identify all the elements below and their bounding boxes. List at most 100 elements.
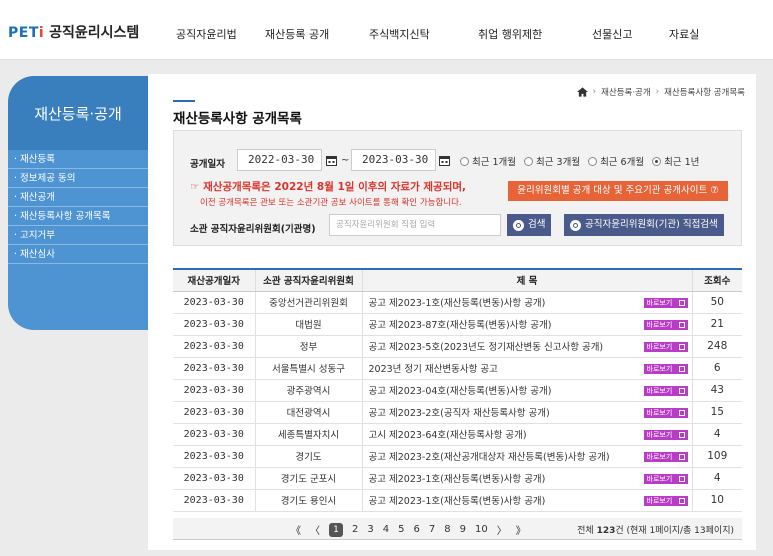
notice-line-1: ☞ 재산공개목록은 2022년 8월 1일 이후의 자료가 제공되며, [190, 181, 467, 193]
committee-input[interactable]: 공직자윤리위원회 직접 입력 [329, 214, 501, 236]
page-number[interactable]: 5 [398, 524, 404, 535]
cell-views: 109 [692, 445, 742, 468]
cell-title[interactable]: 공고 제2023-1호(재산등록(변동)사항 공개) 바로보기 [362, 467, 693, 490]
cell-title[interactable]: 공고 제2023-5호(2023년도 정기재산변동 신고사항 공개) 바로보기 [362, 335, 693, 358]
cell-title[interactable]: 공고 제2023-04호(재산등록(변동)사항 공개) 바로보기 [362, 379, 693, 402]
breadcrumb: › 재산등록·공개 › 재산등록사항 공개목록 [576, 86, 745, 98]
view-button[interactable]: 바로보기 [643, 341, 688, 352]
breadcrumb-item-list[interactable]: 재산등록사항 공개목록 [664, 86, 745, 98]
page-number[interactable]: 10 [475, 524, 488, 535]
title-link[interactable]: 공고 제2023-5호(2023년도 정기재산변동 신고사항 공개) [369, 342, 604, 353]
radio-1-year[interactable]: 최근 1년 [652, 154, 699, 168]
cell-views: 6 [692, 357, 742, 380]
cell-title[interactable]: 고시 제2023-64호(재산등록사항 공개) 바로보기 [362, 423, 693, 446]
nav-ethics-law[interactable]: 공직자윤리법 [176, 26, 237, 42]
radio-3-months[interactable]: 최근 3개월 [524, 154, 580, 168]
cell-committee: 대법원 [255, 313, 363, 336]
table-row[interactable]: 2023-03-30 대법원 공고 제2023-87호(재산등록(변동)사항 공개)… [173, 313, 742, 336]
cell-title[interactable]: 공고 제2023-1호(재산등록(변동)사항 공개) 바로보기 [362, 291, 693, 314]
page-number[interactable]: 3 [367, 524, 373, 535]
view-button[interactable]: 바로보기 [643, 385, 688, 396]
table-row[interactable]: 2023-03-30 세종특별자치시 고시 제2023-64호(재산등록사항 공개)… [173, 423, 742, 446]
direct-search-button[interactable]: 공직자윤리위원회(기관) 직접검색 [564, 214, 724, 236]
sidebar-item-registration[interactable]: 재산등록 [8, 150, 148, 169]
cell-title[interactable]: 공고 제2023-2호(공직자 재산등록사항 공개) 바로보기 [362, 401, 693, 424]
sidebar-item-review[interactable]: 재산심사 [8, 245, 148, 264]
view-button[interactable]: 바로보기 [643, 319, 688, 330]
nav-archive[interactable]: 자료실 [669, 26, 699, 42]
search-button[interactable]: 검색 [507, 214, 552, 236]
sidebar-item-disclosure[interactable]: 재산공개 [8, 188, 148, 207]
sidebar-item-notice-refusal[interactable]: 고지거부 [8, 226, 148, 245]
notice-text: ☞ 재산공개목록은 2022년 8월 1일 이후의 자료가 제공되며, 이전 공… [190, 179, 466, 208]
cell-views: 15 [692, 401, 742, 424]
view-button[interactable]: 바로보기 [643, 451, 688, 462]
calendar-icon[interactable] [439, 155, 450, 166]
prev-page-button[interactable]: 〈 [310, 522, 320, 537]
cell-date: 2023-03-30 [173, 423, 256, 446]
page-number[interactable]: 1 [329, 522, 343, 537]
view-button[interactable]: 바로보기 [643, 473, 688, 484]
cell-date: 2023-03-30 [173, 291, 256, 314]
title-link[interactable]: 공고 제2023-1호(재산등록(변동)사항 공개) [369, 496, 546, 507]
title-link[interactable]: 공고 제2023-04호(재산등록(변동)사항 공개) [369, 386, 552, 397]
date-from-input[interactable]: 2022-03-30 [237, 149, 322, 171]
title-link[interactable]: 공고 제2023-87호(재산등록(변동)사항 공개) [369, 320, 552, 331]
cell-title[interactable]: 공고 제2023-2호(재산공개대상자 재산등록(변동)사항 공개) 바로보기 [362, 445, 693, 468]
view-button[interactable]: 바로보기 [643, 407, 688, 418]
org-sites-button[interactable]: 윤리위원회별 공개 대상 및 주요기관 공개사이트 ⑦ [508, 181, 728, 201]
sidebar-item-disclosure-list[interactable]: 재산등록사항 공개목록 [8, 207, 148, 226]
cell-title[interactable]: 공고 제2023-1호(재산등록(변동)사항 공개) 바로보기 [362, 489, 693, 512]
view-button[interactable]: 바로보기 [643, 429, 688, 440]
page-number[interactable]: 4 [383, 524, 389, 535]
home-icon[interactable] [576, 87, 588, 97]
sidebar-item-info-consent[interactable]: 정보제공 동의 [8, 169, 148, 188]
table-row[interactable]: 2023-03-30 경기도 용인시 공고 제2023-1호(재산등록(변동)사항 … [173, 489, 742, 512]
cell-committee: 광주광역시 [255, 379, 363, 402]
title-link[interactable]: 공고 제2023-2호(재산공개대상자 재산등록(변동)사항 공개) [369, 452, 610, 463]
pagination: 《 〈 1 2 3 4 5 6 7 8 9 10 〉》 [291, 522, 526, 537]
table-row[interactable]: 2023-03-30 정부 공고 제2023-5호(2023년도 정기재산변동 신고… [173, 335, 742, 358]
first-page-button[interactable]: 《 [291, 522, 301, 537]
cell-title[interactable]: 2023년 정기 재산변동사항 공고 바로보기 [362, 357, 693, 380]
table-row[interactable]: 2023-03-30 경기도 공고 제2023-2호(재산공개대상자 재산등록(변동… [173, 445, 742, 468]
title-link[interactable]: 공고 제2023-1호(재산등록(변동)사항 공개) [369, 474, 546, 485]
date-to-input[interactable]: 2023-03-30 [351, 149, 436, 171]
page-number[interactable]: 2 [352, 524, 358, 535]
table-row[interactable]: 2023-03-30 경기도 군포시 공고 제2023-1호(재산등록(변동)사항 … [173, 467, 742, 490]
table-row[interactable]: 2023-03-30 서울특별시 성동구 2023년 정기 재산변동사항 공고 바로보… [173, 357, 742, 380]
breadcrumb-item-property[interactable]: 재산등록·공개 [601, 86, 651, 98]
col-header-date: 재산공개일자 [173, 269, 256, 292]
radio-1-month[interactable]: 최근 1개월 [460, 154, 516, 168]
next-page-button[interactable]: 〉 [497, 522, 507, 537]
calendar-icon[interactable] [326, 155, 337, 166]
table-row[interactable]: 2023-03-30 광주광역시 공고 제2023-04호(재산등록(변동)사항 공… [173, 379, 742, 402]
title-link[interactable]: 공고 제2023-1호(재산등록(변동)사항 공개) [369, 298, 546, 309]
search-icon [513, 219, 524, 231]
nav-employment-restriction[interactable]: 취업 행위제한 [478, 26, 542, 42]
title-link[interactable]: 공고 제2023-2호(공직자 재산등록사항 공개) [369, 408, 550, 419]
last-page-button[interactable]: 》 [516, 522, 526, 537]
page-number[interactable]: 7 [429, 524, 435, 535]
cell-views: 50 [692, 291, 742, 314]
nav-stock-trust[interactable]: 주식백지신탁 [369, 26, 430, 42]
table-row[interactable]: 2023-03-30 중앙선거관리위원회 공고 제2023-1호(재산등록(변동)사… [173, 291, 742, 314]
nav-property-registration[interactable]: 재산등록 공개 [265, 26, 329, 42]
page-number[interactable]: 6 [414, 524, 420, 535]
cell-committee: 대전광역시 [255, 401, 363, 424]
nav-gift-report[interactable]: 선물신고 [592, 26, 632, 42]
popup-icon [678, 431, 685, 438]
view-button[interactable]: 바로보기 [643, 297, 688, 308]
radio-6-months[interactable]: 최근 6개월 [588, 154, 644, 168]
table-row[interactable]: 2023-03-30 대전광역시 공고 제2023-2호(공직자 재산등록사항 공개… [173, 401, 742, 424]
col-header-views: 조회수 [692, 269, 742, 292]
view-button[interactable]: 바로보기 [643, 495, 688, 506]
cell-date: 2023-03-30 [173, 335, 256, 358]
title-link[interactable]: 고시 제2023-64호(재산등록사항 공개) [369, 430, 527, 441]
title-link[interactable]: 2023년 정기 재산변동사항 공고 [369, 364, 498, 375]
page-number[interactable]: 9 [460, 524, 466, 535]
committee-label: 소관 공직자윤리위원회(기관명) [190, 224, 316, 235]
cell-title[interactable]: 공고 제2023-87호(재산등록(변동)사항 공개) 바로보기 [362, 313, 693, 336]
view-button[interactable]: 바로보기 [643, 363, 688, 374]
page-number[interactable]: 8 [444, 524, 450, 535]
